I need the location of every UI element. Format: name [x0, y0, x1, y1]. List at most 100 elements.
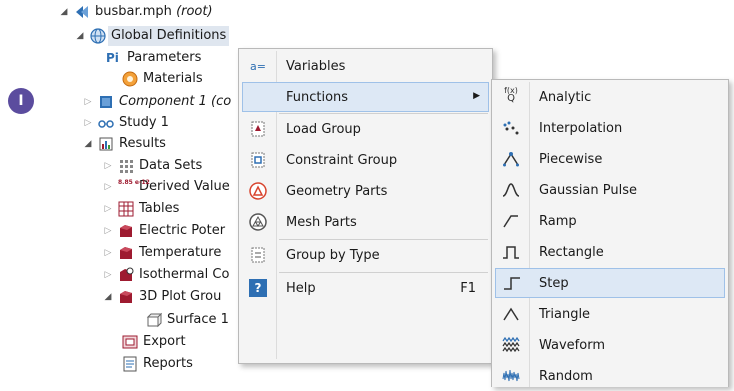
tree-item-reports[interactable]: Reports — [122, 354, 193, 374]
menu-item-help[interactable]: ? Help F1 — [239, 273, 492, 303]
expand-arrow-icon[interactable]: ▷ — [102, 221, 114, 241]
help-label: Help — [286, 280, 316, 296]
results-icon — [98, 136, 114, 152]
rectangle-icon — [502, 243, 520, 261]
tree-item-root[interactable]: ◢ busbar.mph (root) — [58, 2, 213, 22]
component-icon — [98, 94, 114, 110]
context-menu: a= Variables Functions ▶ Load Group Cons… — [238, 48, 493, 364]
surface-label: Surface 1 — [167, 312, 229, 327]
export-label: Export — [143, 334, 186, 349]
expand-arrow-icon[interactable]: ▷ — [102, 199, 114, 219]
data-sets-icon — [118, 158, 134, 174]
global-definitions-label: Global Definitions — [108, 26, 230, 46]
menu-item-geometry-parts[interactable]: Geometry Parts — [239, 176, 492, 206]
isothermal-contours-icon — [118, 267, 134, 283]
submenu-item-triangle[interactable]: Triangle — [492, 299, 728, 329]
menu-item-group-by-type[interactable]: Group by Type — [239, 240, 492, 270]
tree-item-global-definitions[interactable]: ◢ Global Definitions — [74, 26, 230, 46]
temperature-label: Temperature — [139, 245, 222, 260]
help-shortcut: F1 — [460, 280, 476, 296]
expand-arrow-icon[interactable]: ▷ — [102, 156, 114, 176]
analytic-label: Analytic — [539, 89, 592, 105]
menu-item-constraint-group[interactable]: Constraint Group — [239, 145, 492, 175]
submenu-item-rectangle[interactable]: Rectangle — [492, 237, 728, 267]
variables-label: Variables — [286, 58, 346, 74]
globe-icon — [90, 28, 106, 44]
derived-values-icon: 8.85 e-12 — [118, 179, 150, 186]
load-group-icon — [249, 120, 267, 138]
tree-item-materials[interactable]: Materials — [122, 69, 203, 89]
tree-item-study[interactable]: ▷ Study 1 — [82, 113, 169, 133]
materials-label: Materials — [143, 71, 203, 86]
parameters-icon: Pi — [106, 51, 119, 65]
collapse-arrow-icon[interactable]: ◢ — [82, 134, 94, 154]
menu-item-functions[interactable]: Functions ▶ — [242, 82, 489, 112]
interpolation-label: Interpolation — [539, 120, 623, 136]
plot-group-label: 3D Plot Grou — [139, 289, 222, 304]
tree-item-data-sets[interactable]: ▷ Data Sets — [102, 156, 202, 176]
root-suffix: (root) — [176, 4, 213, 19]
plot-group-icon — [118, 245, 134, 261]
help-icon: ? — [249, 279, 267, 297]
menu-item-load-group[interactable]: Load Group — [239, 114, 492, 144]
menu-item-mesh-parts[interactable]: Mesh Parts — [239, 207, 492, 237]
tree-item-derived-values[interactable]: ▷ 8.85 e-12 Derived Value — [102, 177, 230, 197]
submenu-item-piecewise[interactable]: Piecewise — [492, 144, 728, 174]
variables-icon: a= — [250, 59, 266, 73]
collapse-arrow-icon[interactable]: ◢ — [58, 2, 70, 22]
submenu-item-ramp[interactable]: Ramp — [492, 206, 728, 236]
tree-item-isothermal[interactable]: ▷ Isothermal Co — [102, 265, 230, 285]
submenu-item-waveform[interactable]: Waveform — [492, 330, 728, 360]
step-icon — [503, 274, 521, 292]
constraint-group-icon — [249, 151, 267, 169]
plot-group-icon — [118, 223, 134, 239]
submenu-item-analytic[interactable]: f(x) Q Analytic — [492, 82, 728, 112]
tree-item-component[interactable]: ▷ Component 1 (co — [82, 92, 232, 112]
data-sets-label: Data Sets — [139, 158, 203, 173]
ramp-icon — [502, 212, 520, 230]
isothermal-label: Isothermal Co — [139, 267, 230, 282]
surface-icon — [146, 312, 163, 328]
tree-item-3d-plot-group[interactable]: ◢ 3D Plot Grou — [102, 287, 222, 307]
tree-item-tables[interactable]: ▷ Tables — [102, 199, 179, 219]
gaussian-pulse-label: Gaussian Pulse — [539, 182, 638, 198]
tree-item-surface[interactable]: Surface 1 — [146, 310, 229, 330]
functions-submenu: f(x) Q Analytic Interpolation Piecewise G… — [491, 79, 729, 387]
analytic-icon: f(x) Q — [504, 86, 518, 104]
tree-item-results[interactable]: ◢ Results — [82, 134, 166, 154]
reports-icon — [122, 356, 138, 372]
parameters-label: Parameters — [127, 50, 202, 65]
geometry-parts-icon — [249, 182, 267, 200]
submenu-item-gaussian-pulse[interactable]: Gaussian Pulse — [492, 175, 728, 205]
reports-label: Reports — [143, 356, 193, 371]
model-icon — [74, 4, 90, 20]
submenu-item-step[interactable]: Step — [495, 268, 725, 298]
menu-item-variables[interactable]: a= Variables — [239, 51, 492, 81]
expand-arrow-icon[interactable]: ▷ — [82, 113, 94, 133]
component-label: Component 1 (co — [119, 94, 232, 109]
mesh-parts-icon — [249, 213, 267, 231]
tree-item-temperature[interactable]: ▷ Temperature — [102, 243, 222, 263]
submenu-item-random[interactable]: Random — [492, 361, 728, 391]
export-icon — [122, 334, 138, 350]
expand-arrow-icon[interactable]: ▷ — [102, 177, 114, 197]
expand-arrow-icon[interactable]: ▷ — [102, 243, 114, 263]
interpolation-icon — [502, 119, 520, 137]
tables-icon — [118, 201, 134, 217]
step-label: Step — [539, 275, 569, 291]
random-icon — [502, 367, 520, 385]
waveform-icon — [502, 336, 520, 354]
collapse-arrow-icon[interactable]: ◢ — [102, 287, 114, 307]
geometry-parts-label: Geometry Parts — [286, 183, 388, 199]
expand-arrow-icon[interactable]: ▷ — [102, 265, 114, 285]
load-group-label: Load Group — [286, 121, 361, 137]
submenu-item-interpolation[interactable]: Interpolation — [492, 113, 728, 143]
tree-item-parameters[interactable]: Pi Parameters — [106, 48, 201, 68]
tree-item-electric-potential[interactable]: ▷ Electric Poter — [102, 221, 226, 241]
rectangle-label: Rectangle — [539, 244, 604, 260]
waveform-label: Waveform — [539, 337, 605, 353]
tree-item-export[interactable]: Export — [122, 332, 186, 352]
piecewise-label: Piecewise — [539, 151, 603, 167]
collapse-arrow-icon[interactable]: ◢ — [74, 26, 86, 46]
expand-arrow-icon[interactable]: ▷ — [82, 92, 94, 112]
